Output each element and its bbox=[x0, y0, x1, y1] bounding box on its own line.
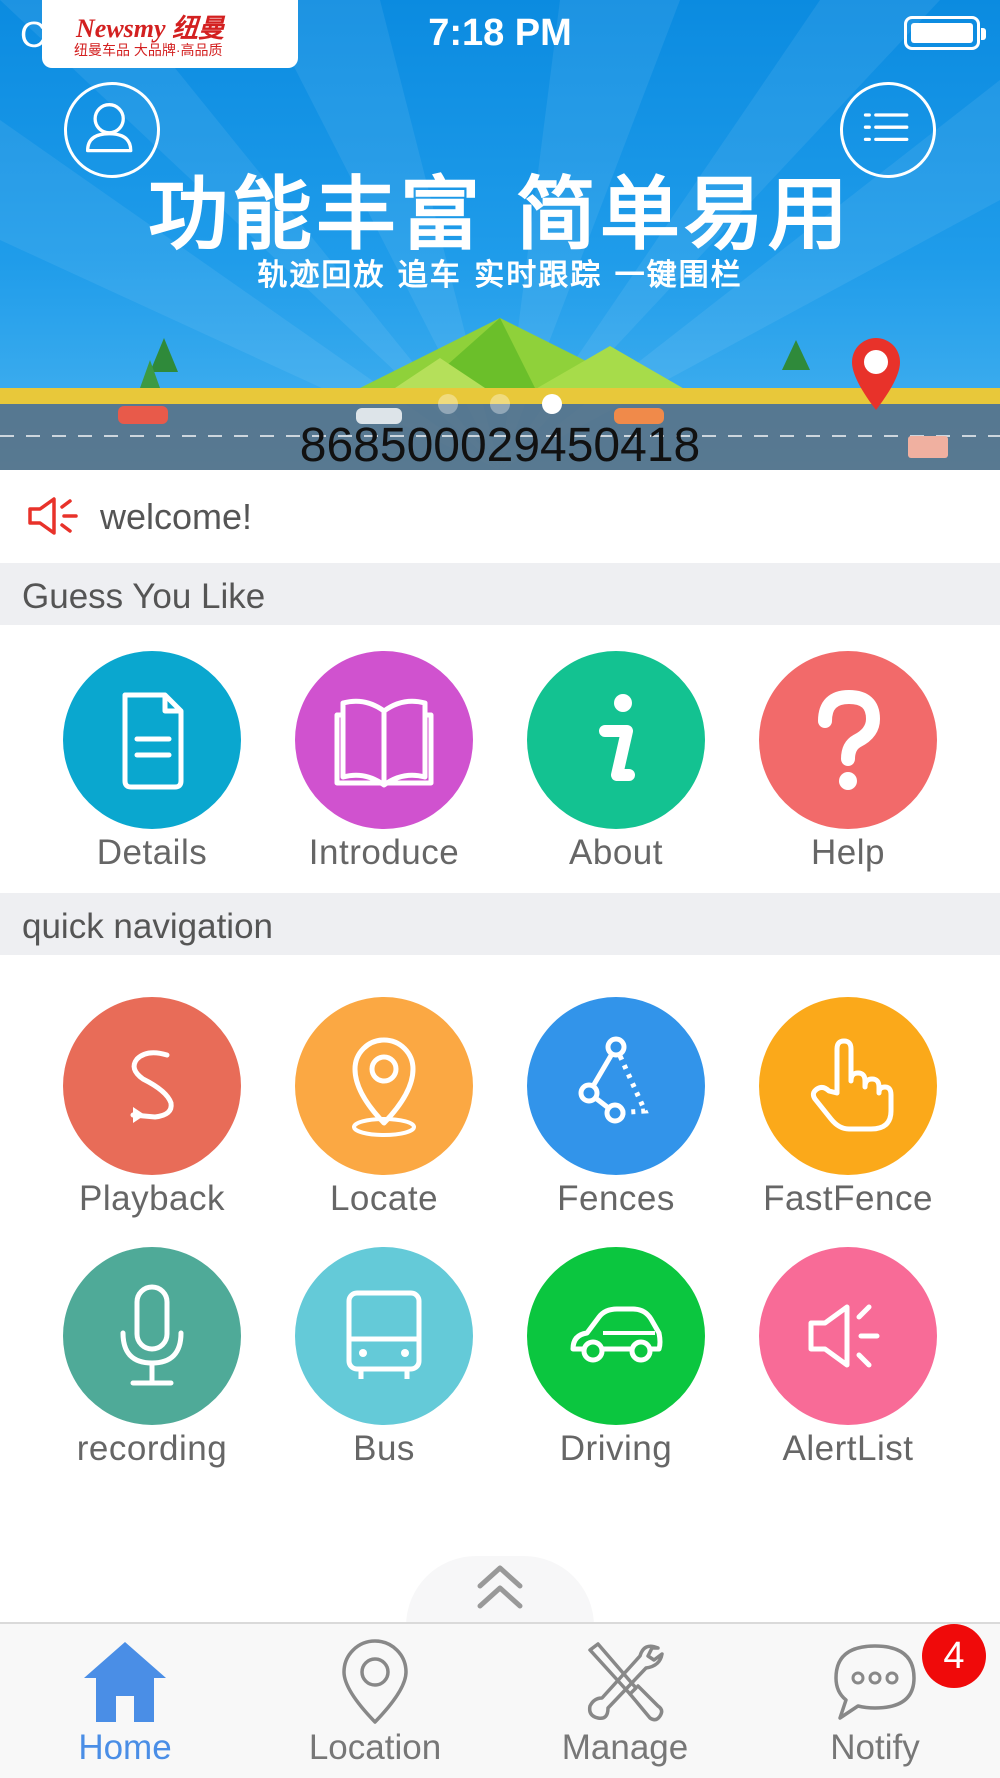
tile-label: AlertList bbox=[782, 1429, 914, 1468]
tile-driving[interactable]: Driving bbox=[500, 1247, 732, 1469]
tab-label: Location bbox=[308, 1728, 442, 1767]
double-chevron-up-icon bbox=[477, 1565, 523, 1609]
tile-label: Help bbox=[811, 833, 885, 872]
tile-bus[interactable]: Bus bbox=[268, 1247, 500, 1469]
tile-label: Locate bbox=[329, 1179, 439, 1218]
tile-label: FastFence bbox=[763, 1179, 933, 1218]
bottom-tab-bar: Home Location Manage Notify bbox=[0, 1622, 1000, 1778]
section-title: Guess You Like bbox=[22, 577, 266, 616]
tab-label: Manage bbox=[561, 1728, 689, 1767]
carousel-dot[interactable] bbox=[490, 394, 510, 414]
carousel-indicator[interactable] bbox=[0, 394, 1000, 419]
section-title: quick navigation bbox=[22, 907, 273, 946]
banner-subtitle: 轨迹回放 追车 实时跟踪 一键围栏 bbox=[257, 258, 743, 293]
expand-collapse-handle[interactable] bbox=[406, 1556, 594, 1626]
tile-introduce[interactable]: Introduce bbox=[268, 651, 500, 873]
battery-icon bbox=[904, 16, 986, 50]
device-id: 868500029450418 bbox=[299, 419, 701, 470]
alert-speaker-icon bbox=[808, 1304, 880, 1368]
speaker-icon bbox=[28, 497, 78, 535]
announcement-bar: welcome! bbox=[0, 470, 1000, 562]
tile-label: Details bbox=[96, 833, 208, 872]
banner-title: 功能丰富 简单易用 bbox=[148, 168, 852, 261]
car-icon bbox=[570, 1306, 663, 1363]
brand-logo: Newsmy 纽曼 纽曼车品 大品牌·高品质 bbox=[42, 0, 298, 68]
tile-label: Playback bbox=[78, 1179, 226, 1218]
tile-label: recording bbox=[76, 1429, 228, 1468]
tile-help[interactable]: Help bbox=[732, 651, 964, 873]
tile-label: Introduce bbox=[308, 833, 460, 872]
section-header-quick: quick navigation bbox=[0, 893, 1000, 955]
carousel-dot[interactable] bbox=[437, 394, 458, 414]
logo-tagline: 纽曼车品 大品牌·高品质 bbox=[74, 42, 223, 58]
tile-label: Driving bbox=[559, 1429, 673, 1468]
tile-locate[interactable]: Locate bbox=[268, 997, 500, 1219]
tile-about[interactable]: About bbox=[500, 651, 732, 873]
announcement-text: welcome! bbox=[100, 496, 253, 537]
tile-alertlist[interactable]: AlertList bbox=[732, 1247, 964, 1469]
tab-label: Home bbox=[78, 1728, 172, 1767]
home-icon bbox=[84, 1642, 166, 1722]
banner-carousel[interactable]: C 7:18 PM Newsmy 纽曼 纽曼车品 大品牌·高品质 功能丰富 简单… bbox=[0, 0, 1000, 470]
tile-label: Bus bbox=[353, 1429, 415, 1468]
notify-badge: 4 bbox=[922, 1624, 986, 1688]
playback-icon bbox=[130, 1050, 174, 1123]
question-icon bbox=[818, 689, 881, 790]
tile-details[interactable]: Details bbox=[36, 651, 268, 873]
map-pin-icon bbox=[342, 1639, 408, 1724]
tile-recording[interactable]: recording bbox=[36, 1247, 268, 1469]
carousel-dot-active[interactable] bbox=[542, 394, 563, 414]
document-icon bbox=[122, 692, 184, 790]
bus-icon bbox=[346, 1290, 422, 1379]
location-pin-icon bbox=[352, 1037, 416, 1137]
tab-location[interactable]: Location bbox=[250, 1624, 500, 1778]
tile-fastfence[interactable]: FastFence bbox=[732, 997, 964, 1219]
chat-bubble-icon bbox=[834, 1644, 916, 1720]
hand-pointer-icon bbox=[810, 1038, 894, 1132]
tab-manage[interactable]: Manage bbox=[500, 1624, 750, 1778]
tile-label: About bbox=[569, 833, 663, 872]
tools-icon bbox=[587, 1642, 664, 1722]
tile-label: Fences bbox=[557, 1179, 675, 1218]
microphone-icon bbox=[120, 1284, 184, 1386]
info-icon bbox=[599, 694, 635, 781]
tile-playback[interactable]: Playback bbox=[36, 997, 268, 1219]
fence-icon bbox=[578, 1036, 649, 1124]
tab-home[interactable]: Home bbox=[0, 1624, 250, 1778]
section-header-guess: Guess You Like bbox=[0, 563, 1000, 625]
book-icon bbox=[334, 698, 434, 788]
tile-fences[interactable]: Fences bbox=[500, 997, 732, 1219]
tab-label: Notify bbox=[830, 1728, 920, 1767]
